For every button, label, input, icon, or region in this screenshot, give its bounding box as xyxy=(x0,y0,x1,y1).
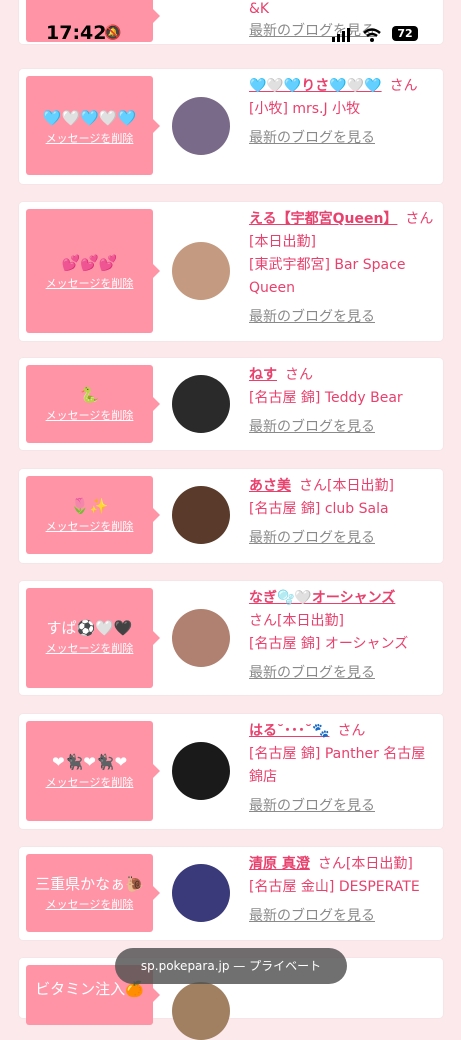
message-bubble: 三重県かなぁ🐌 メッセージを削除 xyxy=(26,854,160,932)
work-status: [本日出勤] xyxy=(249,234,316,250)
blog-link[interactable]: 最新のブログを見る xyxy=(249,527,435,550)
message-text: 💕💕💕 xyxy=(61,254,118,272)
cast-name-link[interactable]: はる˘･･･˘🐾 xyxy=(249,723,329,739)
cast-name-link[interactable]: 🩵🤍🩵りさ🩵🤍🩵 xyxy=(249,78,382,94)
work-status: [本日出勤] xyxy=(345,856,413,872)
message-text: ❤🐈‍⬛❤🐈‍⬛❤ xyxy=(51,753,128,771)
cast-name-link[interactable]: なぎ🫧🤍オーシャンズ xyxy=(249,590,395,606)
message-text: すぱ⚽️🤍🖤 xyxy=(46,619,133,637)
avatar[interactable] xyxy=(172,609,230,667)
message-bubble: 🌷✨ メッセージを削除 xyxy=(26,476,160,554)
message-bubble: すぱ⚽️🤍🖤 メッセージを削除 xyxy=(26,588,160,688)
shop-name: [名古屋 錦] club Sala xyxy=(249,501,389,517)
delete-message-link[interactable]: メッセージを削除 xyxy=(26,130,153,146)
message-card: 💕💕💕 メッセージを削除 える【宇都宮Queen】 さん [本日出勤] [東武宇都宮… xyxy=(19,202,443,341)
message-card: すぱ⚽️🤍🖤 メッセージを削除 なぎ🫧🤍オーシャンズ さん[本日出勤] [名古屋… xyxy=(19,581,443,695)
blog-link[interactable]: 最新のブログを見る xyxy=(249,662,435,685)
message-text: 🌷✨ xyxy=(70,497,109,515)
shop-name: [小牧] mrs.J 小牧 xyxy=(249,101,361,117)
status-bar: 17:42 🔕 72 xyxy=(0,0,461,66)
cast-name-link[interactable]: 清原 真澄 xyxy=(249,856,310,872)
message-card: 🌷✨ メッセージを削除 あさ美 さん[本日出勤] [名古屋 錦] club Sal… xyxy=(19,469,443,563)
battery-icon: 72 xyxy=(392,26,418,41)
shop-name: [東武宇都宮] Bar Space Queen xyxy=(249,257,406,296)
avatar[interactable] xyxy=(172,742,230,800)
blog-link[interactable]: 最新のブログを見る xyxy=(249,306,435,329)
work-status: [本日出勤] xyxy=(277,613,344,629)
message-text: 🩵🤍🩵🤍🩵 xyxy=(42,109,137,127)
message-text: 三重県かなぁ🐌 xyxy=(35,875,144,893)
clock: 17:42 xyxy=(46,22,107,44)
delete-message-link[interactable]: メッセージを削除 xyxy=(26,518,153,534)
cast-name-link[interactable]: あさ美 xyxy=(249,478,291,494)
wifi-icon xyxy=(363,28,381,42)
work-status: [本日出勤] xyxy=(327,478,394,494)
avatar[interactable] xyxy=(172,982,230,1040)
honorific: さん xyxy=(285,367,313,383)
avatar[interactable] xyxy=(172,375,230,433)
honorific: さん xyxy=(405,211,434,227)
message-card: ❤🐈‍⬛❤🐈‍⬛❤ メッセージを削除 はる˘･･･˘🐾 さん [名古屋 錦] Pa… xyxy=(19,714,443,829)
avatar[interactable] xyxy=(172,242,230,300)
message-bubble: 💕💕💕 メッセージを削除 xyxy=(26,209,160,333)
cast-name-link[interactable]: ねす xyxy=(249,367,277,383)
message-card: 三重県かなぁ🐌 メッセージを削除 清原 真澄 さん[本日出勤] [名古屋 金山] … xyxy=(19,847,443,940)
avatar[interactable] xyxy=(172,97,230,155)
signal-icon xyxy=(332,28,350,42)
blog-link[interactable]: 最新のブログを見る xyxy=(249,127,435,150)
shop-name: [名古屋 錦] Teddy Bear xyxy=(249,390,403,406)
delete-message-link[interactable]: メッセージを削除 xyxy=(26,275,153,291)
delete-message-link[interactable]: メッセージを削除 xyxy=(26,407,153,423)
avatar[interactable] xyxy=(172,864,230,922)
honorific: さん xyxy=(299,478,327,494)
message-text: 🐍 xyxy=(80,386,99,404)
silent-bell-icon: 🔕 xyxy=(104,25,122,41)
message-card: 🐍 メッセージを削除 ねす さん [名古屋 錦] Teddy Bear 最新のブロ… xyxy=(19,358,443,450)
honorific: さん xyxy=(249,613,277,629)
message-bubble: 🐍 メッセージを削除 xyxy=(26,365,160,443)
blog-link[interactable]: 最新のブログを見る xyxy=(249,795,435,818)
message-bubble: ❤🐈‍⬛❤🐈‍⬛❤ メッセージを削除 xyxy=(26,721,160,821)
shop-name: [名古屋 錦] Panther 名古屋錦店 xyxy=(249,746,426,785)
delete-message-link[interactable]: メッセージを削除 xyxy=(26,774,153,790)
delete-message-link[interactable]: メッセージを削除 xyxy=(26,896,153,912)
url-bar[interactable]: sp.pokepara.jp — プライベート xyxy=(115,948,347,984)
honorific: さん xyxy=(389,78,418,94)
delete-message-link[interactable]: メッセージを削除 xyxy=(26,640,153,656)
honorific: さん xyxy=(337,723,366,739)
avatar[interactable] xyxy=(172,486,230,544)
cast-name-link[interactable]: える【宇都宮Queen】 xyxy=(249,211,397,227)
message-card: 🩵🤍🩵🤍🩵 メッセージを削除 🩵🤍🩵りさ🩵🤍🩵 さん [小牧] mrs.J 小牧 … xyxy=(19,69,443,184)
blog-link[interactable]: 最新のブログを見る xyxy=(249,905,435,928)
shop-name: [名古屋 金山] DESPERATE xyxy=(249,879,420,895)
honorific: さん xyxy=(317,856,346,872)
blog-link[interactable]: 最新のブログを見る xyxy=(249,416,435,439)
shop-name: [名古屋 錦] オーシャンズ xyxy=(249,636,409,652)
message-bubble: 🩵🤍🩵🤍🩵 メッセージを削除 xyxy=(26,76,160,175)
